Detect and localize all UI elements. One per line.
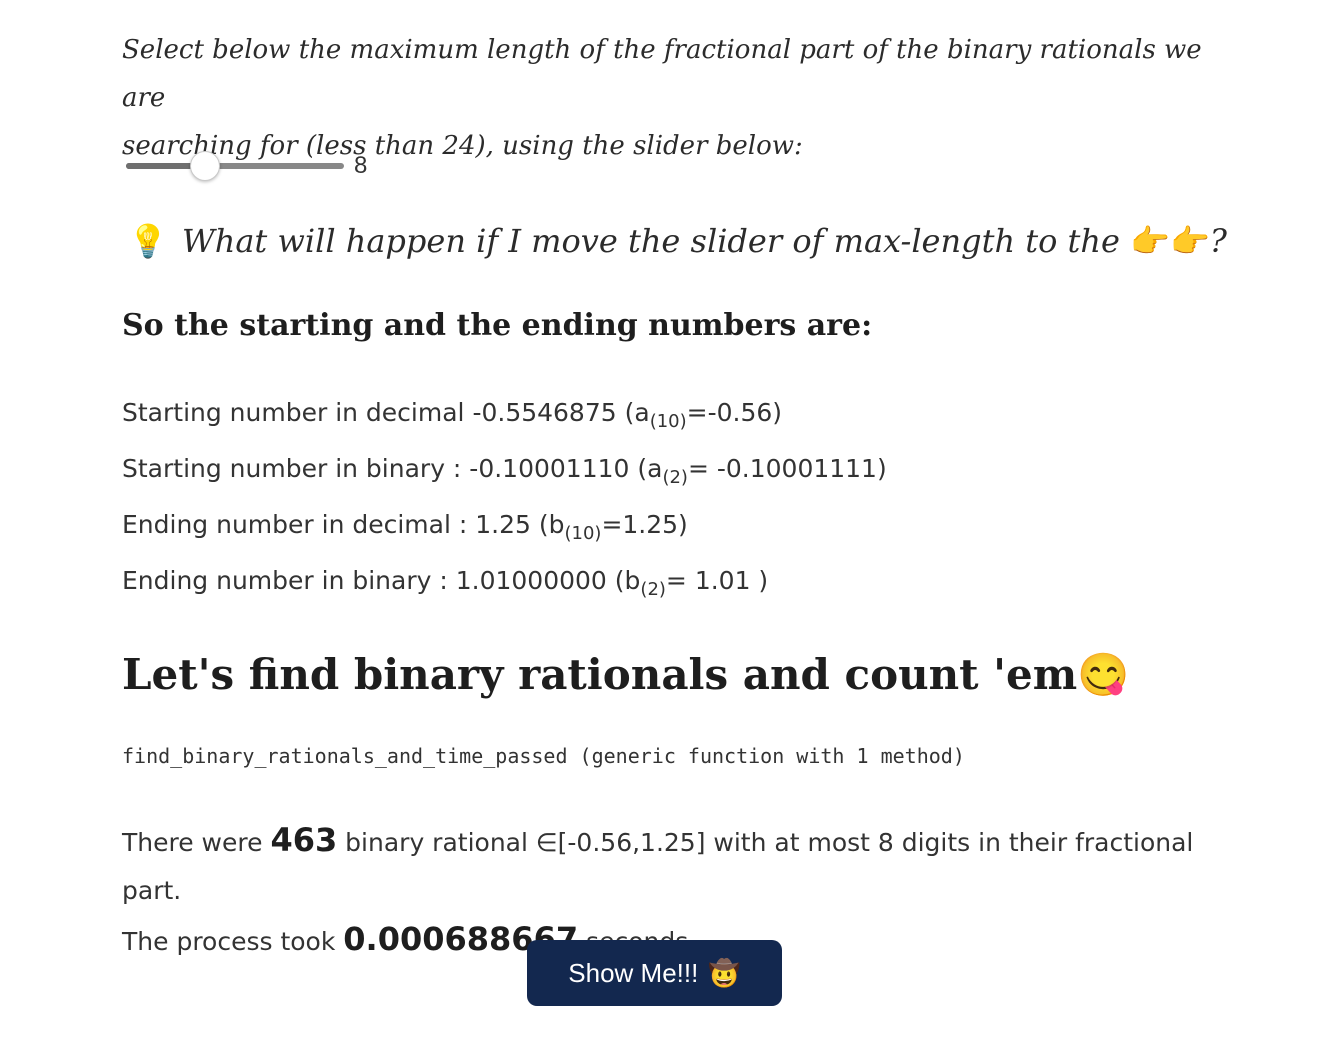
result-line-1: There were 463 binary rational ∈[-0.56,1… xyxy=(122,816,1252,915)
subscript: (2) xyxy=(662,467,688,488)
slider-thumb[interactable] xyxy=(190,151,221,181)
took-pre: The process took xyxy=(122,927,344,956)
numbers-list: Starting number in decimal -0.5546875 (a… xyxy=(122,392,887,616)
section-heading: Let's find binary rationals and count 'e… xyxy=(122,650,1130,700)
max-length-slider[interactable] xyxy=(126,151,344,181)
cowboy-face-icon: 🤠 xyxy=(708,957,741,988)
starting-decimal-line: Starting number in decimal -0.5546875 (a… xyxy=(122,392,887,448)
subscript: (2) xyxy=(640,579,666,600)
value: =1.25) xyxy=(601,510,688,539)
section-subheading: So the starting and the ending numbers a… xyxy=(122,308,873,343)
slider-value: 8 xyxy=(354,152,368,179)
value: = -0.10001111) xyxy=(687,454,887,483)
label: Ending number in decimal : 1.25 (b xyxy=(122,510,565,539)
value: =-0.56) xyxy=(686,398,783,427)
subscript: (10) xyxy=(564,523,602,544)
intro-line-1: Select below the maximum length of the f… xyxy=(122,35,1202,113)
heading-text: Let's find binary rationals and count 'e… xyxy=(122,650,1078,699)
subscript: (10) xyxy=(649,411,687,432)
show-me-button[interactable]: Show Me!!! 🤠 xyxy=(527,940,782,1006)
label: Ending number in binary : 1.01000000 (b xyxy=(122,566,641,595)
question-body: What will happen if I move the slider of… xyxy=(181,222,1131,260)
question-text: 💡 What will happen if I move the slider o… xyxy=(128,222,1227,260)
rational-count: 463 xyxy=(270,821,338,859)
pointing-hands-icon: 👉👉 xyxy=(1130,222,1210,260)
label: Starting number in binary : -0.10001110 … xyxy=(122,454,663,483)
max-length-slider-row: 8 xyxy=(126,150,367,182)
yum-face-icon: 😋 xyxy=(1077,650,1130,699)
label: Starting number in decimal -0.5546875 (a xyxy=(122,398,650,427)
value: = 1.01 ) xyxy=(665,566,769,595)
result-pre: There were xyxy=(122,828,271,857)
button-label: Show Me!!! xyxy=(568,957,699,988)
ending-binary-line: Ending number in binary : 1.01000000 (b(… xyxy=(122,560,887,616)
code-output: find_binary_rationals_and_time_passed (g… xyxy=(122,744,965,768)
ending-decimal-line: Ending number in decimal : 1.25 (b(10)=1… xyxy=(122,504,887,560)
question-mark: ? xyxy=(1209,222,1227,260)
starting-binary-line: Starting number in binary : -0.10001110 … xyxy=(122,448,887,504)
intro-text: Select below the maximum length of the f… xyxy=(122,26,1242,170)
lightbulb-icon: 💡 xyxy=(128,222,168,260)
